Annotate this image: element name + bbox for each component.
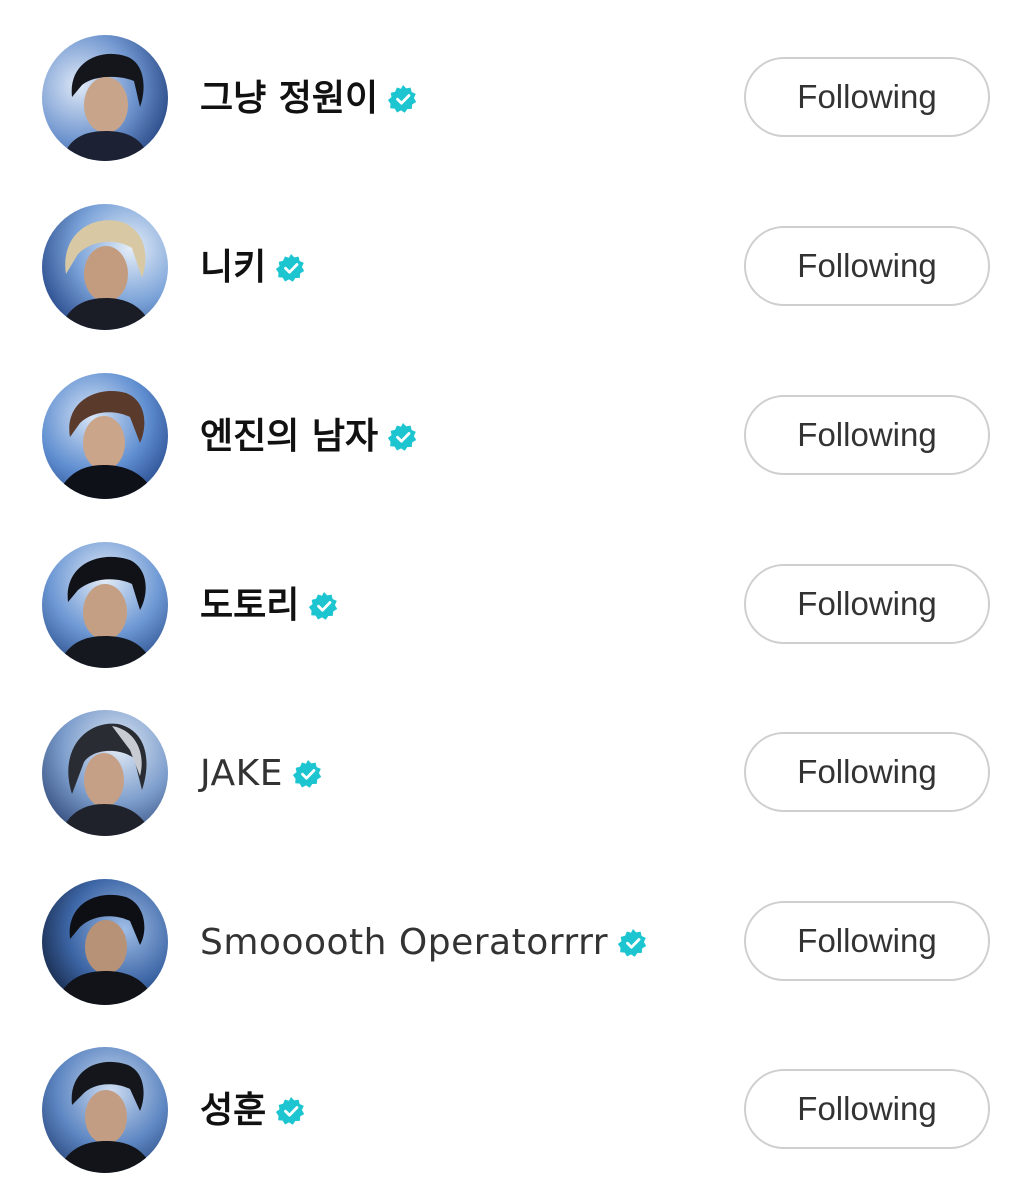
username: 도토리	[200, 585, 300, 626]
verified-badge-icon	[292, 759, 323, 789]
avatar[interactable]	[42, 879, 168, 1005]
list-item: 엔진의 남자 Following	[0, 353, 1034, 521]
username: 그냥 정원이	[200, 78, 379, 119]
username: Smooooth Operatorrrr	[200, 922, 609, 963]
avatar[interactable]	[42, 35, 168, 161]
avatar[interactable]	[42, 373, 168, 499]
avatar[interactable]	[42, 1047, 168, 1173]
username: JAKE	[200, 753, 283, 794]
list-item: Smooooth Operatorrrr Following	[0, 859, 1034, 1027]
following-button[interactable]: Following	[744, 395, 990, 475]
username-row[interactable]: 그냥 정원이	[200, 79, 418, 119]
following-button[interactable]: Following	[744, 901, 990, 981]
username-row[interactable]: 니키	[200, 248, 306, 288]
following-button[interactable]: Following	[744, 57, 990, 137]
list-item: 니키 Following	[0, 184, 1034, 352]
username-row[interactable]: Smooooth Operatorrrr	[200, 923, 648, 963]
verified-badge-icon	[388, 84, 418, 114]
following-button[interactable]: Following	[744, 1069, 990, 1149]
avatar[interactable]	[42, 542, 168, 668]
list-item: 성훈 Following	[0, 1027, 1034, 1195]
list-item: JAKE Following	[0, 690, 1034, 858]
verified-badge-icon	[388, 422, 418, 452]
username: 성훈	[200, 1090, 267, 1131]
list-item: 도토리 Following	[0, 522, 1034, 690]
following-list: 그냥 정원이 Following 니키 Following 엔진의 남자 Fol…	[0, 0, 1034, 1200]
username-row[interactable]: 도토리	[200, 586, 339, 626]
username: 니키	[200, 247, 267, 288]
verified-badge-icon	[276, 253, 306, 283]
username-row[interactable]: 성훈	[200, 1091, 306, 1131]
verified-badge-icon	[618, 928, 648, 958]
username: 엔진의 남자	[200, 416, 379, 457]
verified-badge-icon	[309, 591, 339, 621]
username-row[interactable]: 엔진의 남자	[200, 417, 418, 457]
list-item: 그냥 정원이 Following	[0, 15, 1034, 183]
following-button[interactable]: Following	[744, 732, 990, 812]
following-button[interactable]: Following	[744, 226, 990, 306]
avatar[interactable]	[42, 204, 168, 330]
verified-badge-icon	[276, 1096, 306, 1126]
avatar[interactable]	[42, 710, 168, 836]
username-row[interactable]: JAKE	[200, 754, 323, 794]
following-button[interactable]: Following	[744, 564, 990, 644]
